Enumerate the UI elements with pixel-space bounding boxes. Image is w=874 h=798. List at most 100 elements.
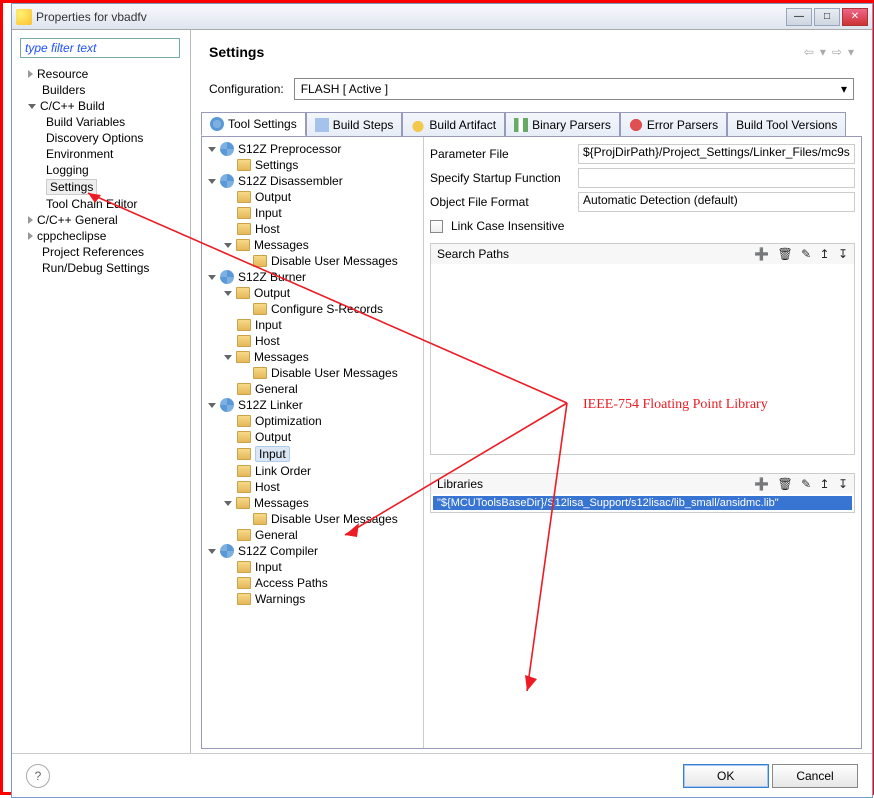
settings-node[interactable]: Disable User Messages [204, 365, 421, 381]
objfmt-dropdown[interactable]: Automatic Detection (default) [578, 192, 855, 212]
settings-node[interactable]: Warnings [204, 591, 421, 607]
page-title: Settings [209, 44, 264, 60]
nav-item[interactable]: Project References [16, 244, 186, 260]
settings-node[interactable]: Optimization [204, 413, 421, 429]
settings-node[interactable]: Disable User Messages [204, 511, 421, 527]
forward-icon[interactable]: ⇨ [832, 45, 842, 59]
tab-tool-settings[interactable]: Tool Settings [201, 112, 306, 136]
settings-node[interactable]: Input [204, 559, 421, 575]
nav-item[interactable]: Environment [16, 146, 186, 162]
nav-item[interactable]: Tool Chain Editor [16, 196, 186, 212]
folder-icon [236, 351, 250, 363]
settings-node[interactable]: Output [204, 429, 421, 445]
startup-field[interactable] [578, 168, 855, 188]
edit-icon[interactable]: ✎ [801, 477, 811, 491]
search-paths-list[interactable] [431, 264, 854, 454]
settings-node[interactable]: Messages [204, 349, 421, 365]
nav-item[interactable]: Discovery Options [16, 130, 186, 146]
settings-node[interactable]: Configure S-Records [204, 301, 421, 317]
ok-button[interactable]: OK [683, 764, 769, 788]
maximize-button[interactable]: □ [814, 8, 840, 26]
close-button[interactable]: ✕ [842, 8, 868, 26]
button-row: ? OK Cancel [12, 753, 872, 797]
link-case-checkbox[interactable] [430, 220, 443, 233]
library-entry-selected[interactable]: "${MCUToolsBaseDir}/S12lisa_Support/s12l… [433, 496, 852, 510]
settings-node[interactable]: S12Z Preprocessor [204, 141, 421, 157]
down-icon[interactable]: ↧ [838, 247, 848, 261]
settings-node[interactable]: S12Z Burner [204, 269, 421, 285]
folder-icon [237, 191, 251, 203]
settings-node[interactable]: Settings [204, 157, 421, 173]
nav-item[interactable]: Build Variables [16, 114, 186, 130]
settings-node[interactable]: Input [204, 317, 421, 333]
delete-icon[interactable]: 🗑 [778, 477, 793, 491]
libraries-toolbar[interactable]: ➕ 🗑 ✎ ↥ ↧ [749, 477, 848, 491]
nav-item[interactable]: cppcheclipse [16, 228, 186, 244]
settings-node[interactable]: Link Order [204, 463, 421, 479]
title-bar: Properties for vbadfv — □ ✕ [12, 4, 872, 30]
settings-node[interactable]: Host [204, 221, 421, 237]
nav-item[interactable]: Settings [16, 178, 186, 196]
help-button[interactable]: ? [26, 764, 50, 788]
settings-node[interactable]: Access Paths [204, 575, 421, 591]
back-icon[interactable]: ⇦ [804, 45, 814, 59]
settings-node[interactable]: Messages [204, 495, 421, 511]
settings-node[interactable]: S12Z Linker [204, 397, 421, 413]
tab-build-tool-versions[interactable]: Build Tool Versions [727, 112, 846, 136]
settings-node[interactable]: S12Z Disassembler [204, 173, 421, 189]
folder-icon [237, 577, 251, 589]
nav-item[interactable]: Builders [16, 82, 186, 98]
minimize-button[interactable]: — [786, 8, 812, 26]
tab-error-parsers[interactable]: Error Parsers [620, 112, 727, 136]
settings-node[interactable]: Host [204, 333, 421, 349]
folder-icon [236, 239, 250, 251]
gear-icon [220, 142, 234, 156]
startup-label: Specify Startup Function [430, 171, 570, 185]
gear-icon [220, 398, 234, 412]
add-icon[interactable]: ➕ [754, 477, 769, 491]
settings-node[interactable]: General [204, 381, 421, 397]
param-file-field[interactable]: ${ProjDirPath}/Project_Settings/Linker_F… [578, 144, 855, 164]
search-paths-toolbar[interactable]: ➕ 🗑 ✎ ↥ ↧ [749, 247, 848, 261]
nav-item[interactable]: Logging [16, 162, 186, 178]
settings-node[interactable]: Input [204, 445, 421, 463]
down-icon[interactable]: ↧ [838, 477, 848, 491]
settings-node[interactable]: Output [204, 189, 421, 205]
gear-icon [220, 270, 234, 284]
window-buttons: — □ ✕ [786, 8, 868, 26]
settings-node[interactable]: Disable User Messages [204, 253, 421, 269]
add-icon[interactable]: ➕ [754, 247, 769, 261]
config-dropdown[interactable]: FLASH [ Active ] ▾ [294, 78, 854, 100]
nav-item[interactable]: C/C++ General [16, 212, 186, 228]
tab-bar: Tool SettingsBuild StepsBuild ArtifactBi… [201, 112, 862, 137]
nav-pane: ResourceBuildersC/C++ BuildBuild Variabl… [12, 30, 191, 753]
folder-icon [237, 481, 251, 493]
settings-node[interactable]: Host [204, 479, 421, 495]
delete-icon[interactable]: 🗑 [778, 247, 793, 261]
nav-item[interactable]: Resource [16, 66, 186, 82]
properties-dialog: Properties for vbadfv — □ ✕ ResourceBuil… [11, 3, 873, 798]
tab-build-artifact[interactable]: Build Artifact [402, 112, 505, 136]
search-paths-label: Search Paths [437, 247, 509, 261]
link-case-label: Link Case Insensitive [451, 219, 564, 233]
settings-node[interactable]: Messages [204, 237, 421, 253]
up-icon[interactable]: ↥ [820, 247, 830, 261]
libraries-list[interactable]: "${MCUToolsBaseDir}/S12lisa_Support/s12l… [431, 494, 854, 512]
nav-arrows[interactable]: ⇦▾ ⇨▾ [804, 45, 854, 59]
filter-input[interactable] [20, 38, 180, 58]
cancel-button[interactable]: Cancel [772, 764, 858, 788]
settings-node[interactable]: S12Z Compiler [204, 543, 421, 559]
tab-build-steps[interactable]: Build Steps [306, 112, 403, 136]
settings-node[interactable]: General [204, 527, 421, 543]
folder-icon [237, 561, 251, 573]
folder-icon [237, 593, 251, 605]
main-pane: Settings ⇦▾ ⇨▾ Configuration: FLASH [ Ac… [191, 30, 872, 753]
tab-binary-parsers[interactable]: Binary Parsers [505, 112, 620, 136]
settings-node[interactable]: Output [204, 285, 421, 301]
folder-icon [237, 159, 251, 171]
nav-item[interactable]: Run/Debug Settings [16, 260, 186, 276]
up-icon[interactable]: ↥ [820, 477, 830, 491]
settings-node[interactable]: Input [204, 205, 421, 221]
edit-icon[interactable]: ✎ [801, 247, 811, 261]
nav-item[interactable]: C/C++ Build [16, 98, 186, 114]
